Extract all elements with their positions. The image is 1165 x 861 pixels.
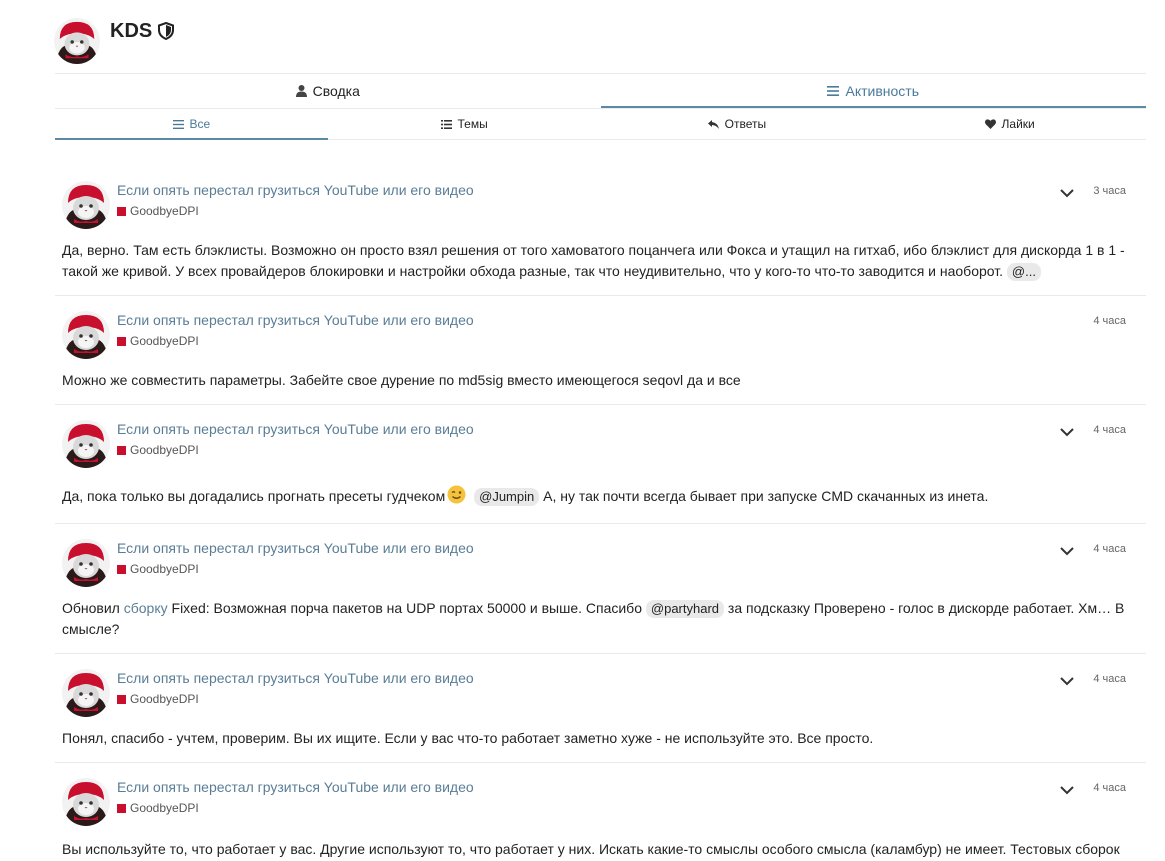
avatar[interactable] (62, 420, 110, 468)
post-excerpt: Можно же совместить параметры. Забейте с… (62, 366, 1126, 404)
chevron-down-icon[interactable] (1059, 673, 1075, 689)
post-time[interactable]: 4 часа (1093, 315, 1126, 327)
topic-link[interactable]: Если опять перестал грузиться YouTube ил… (117, 779, 474, 795)
list-item: Если опять перестал грузиться YouTube ил… (55, 524, 1146, 654)
category-label: GoodbyeDPI (130, 334, 199, 348)
wink-emoji-icon (447, 485, 466, 504)
excerpt-text: Fixed: Возможная порча пакетов на UDP по… (171, 600, 642, 616)
excerpt-text: Да, верно. Там есть блэклисты. Возможно … (62, 242, 1125, 258)
category-color-icon (117, 803, 126, 813)
excerpt-text: Да, пока только вы догадались прогнать п… (62, 488, 446, 504)
post-time[interactable]: 4 часа (1093, 424, 1126, 436)
category-color-icon (117, 694, 126, 704)
category-label: GoodbyeDPI (130, 692, 199, 706)
category-badge[interactable]: GoodbyeDPI (117, 204, 199, 218)
excerpt-text: Вы используйте то, что работает у вас. Д… (62, 841, 1120, 857)
excerpt-text: такой же кривой. У всех провайдеров блок… (62, 263, 1004, 279)
chevron-down-icon[interactable] (1059, 424, 1075, 440)
build-link[interactable]: сборку (124, 600, 168, 616)
tab-likes[interactable]: Лайки (873, 109, 1146, 139)
tab-likes-label: Лайки (1001, 117, 1035, 131)
category-label: GoodbyeDPI (130, 562, 199, 576)
topic-link[interactable]: Если опять перестал грузиться YouTube ил… (117, 312, 474, 328)
post-excerpt: Понял, спасибо - учтем, проверим. Вы их … (62, 724, 1126, 762)
avatar[interactable] (62, 311, 110, 359)
tab-summary-label: Сводка (312, 83, 360, 99)
mention[interactable]: @Jumpin (474, 488, 540, 506)
profile-header: KDS (54, 17, 175, 65)
tab-topics[interactable]: Темы (328, 109, 601, 139)
category-badge[interactable]: GoodbyeDPI (117, 443, 199, 457)
list-item: Если опять перестал грузиться YouTube ил… (55, 405, 1146, 524)
avatar[interactable] (62, 181, 110, 229)
excerpt-text: Обновил (62, 600, 120, 616)
avatar[interactable] (62, 778, 110, 826)
avatar[interactable] (62, 669, 110, 717)
category-color-icon (117, 336, 126, 346)
category-badge[interactable]: GoodbyeDPI (117, 562, 199, 576)
excerpt-text: А, ну так почти всегда бывает при запуск… (543, 488, 989, 504)
reply-icon (707, 119, 719, 129)
avatar[interactable] (62, 539, 110, 587)
tab-replies[interactable]: Ответы (601, 109, 874, 139)
post-time[interactable]: 4 часа (1093, 543, 1126, 555)
tab-activity-label: Активность (845, 83, 919, 99)
category-color-icon (117, 564, 126, 574)
shield-icon (158, 22, 175, 40)
list-item: Если опять перестал грузиться YouTube ил… (55, 763, 1146, 861)
chevron-down-icon[interactable] (1059, 782, 1075, 798)
chevron-down-icon[interactable] (1059, 185, 1075, 201)
topic-link[interactable]: Если опять перестал грузиться YouTube ил… (117, 421, 474, 437)
tab-topics-label: Темы (457, 117, 488, 131)
tab-activity[interactable]: Активность (600, 74, 1147, 108)
chevron-down-icon[interactable] (1059, 543, 1075, 559)
category-badge[interactable]: GoodbyeDPI (117, 801, 199, 815)
list-item: Если опять перестал грузиться YouTube ил… (55, 296, 1146, 405)
post-excerpt: Да, верно. Там есть блэклисты. Возможно … (62, 236, 1126, 295)
tab-all-label: Все (189, 117, 211, 131)
list-icon (440, 119, 452, 129)
excerpt-text: смысле? (62, 621, 120, 637)
topic-link[interactable]: Если опять перестал грузиться YouTube ил… (117, 182, 474, 198)
category-color-icon (117, 445, 126, 455)
post-excerpt: Обновил сборку Fixed: Возможная порча па… (62, 594, 1126, 653)
category-badge[interactable]: GoodbyeDPI (117, 692, 199, 706)
activity-sub-tabs: Все Темы Ответы Лайки (55, 108, 1146, 140)
post-excerpt: Да, пока только вы догадались прогнать п… (62, 475, 1126, 523)
username-text: KDS (110, 19, 153, 42)
stream-icon (172, 119, 184, 129)
mention[interactable]: @... (1006, 263, 1041, 281)
mention[interactable]: @partyhard (645, 600, 725, 618)
category-badge[interactable]: GoodbyeDPI (117, 334, 199, 348)
category-label: GoodbyeDPI (130, 801, 199, 815)
username: KDS (110, 19, 175, 43)
list-item: Если опять перестал грузиться YouTube ил… (55, 654, 1146, 763)
menu-icon (827, 86, 840, 96)
post-excerpt: Вы используйте то, что работает у вас. Д… (62, 833, 1126, 861)
post-time[interactable]: 4 часа (1093, 673, 1126, 685)
tab-summary[interactable]: Сводка (55, 74, 601, 108)
topic-link[interactable]: Если опять перестал грузиться YouTube ил… (117, 540, 474, 556)
list-item: Если опять перестал грузиться YouTube ил… (55, 166, 1146, 296)
tab-all[interactable]: Все (55, 109, 328, 140)
category-label: GoodbyeDPI (130, 443, 199, 457)
post-time[interactable]: 4 часа (1093, 782, 1126, 794)
category-label: GoodbyeDPI (130, 204, 199, 218)
user-icon (295, 85, 307, 97)
profile-main-tabs: Сводка Активность (55, 73, 1146, 108)
excerpt-text: Можно же совместить параметры. Забейте с… (62, 372, 741, 388)
avatar[interactable] (54, 18, 100, 64)
post-time[interactable]: 3 часа (1093, 185, 1126, 197)
tab-replies-label: Ответы (724, 117, 767, 131)
category-color-icon (117, 206, 126, 216)
heart-icon (984, 119, 996, 129)
excerpt-text: Понял, спасибо - учтем, проверим. Вы их … (62, 730, 874, 746)
excerpt-text: за подсказку Проверено - голос в дискорд… (727, 600, 1125, 616)
activity-stream: Если опять перестал грузиться YouTube ил… (55, 166, 1146, 861)
topic-link[interactable]: Если опять перестал грузиться YouTube ил… (117, 670, 474, 686)
